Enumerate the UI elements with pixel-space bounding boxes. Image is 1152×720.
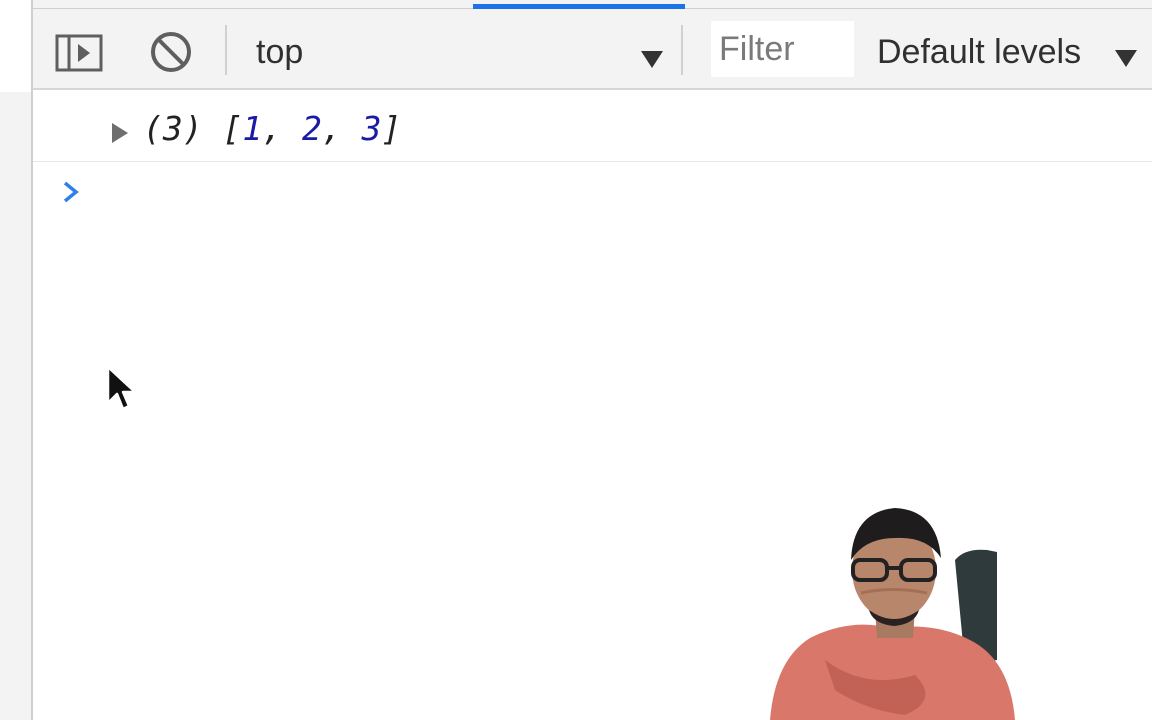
- show-sidebar-button[interactable]: [53, 29, 105, 77]
- log-levels-selector[interactable]: Default levels: [877, 23, 1152, 81]
- expand-arrow-icon[interactable]: [112, 123, 128, 143]
- webcam-overlay: [770, 508, 1015, 720]
- console-log-entry[interactable]: (3) [1, 2, 3]: [33, 92, 1152, 162]
- dropdown-arrow-icon: [641, 51, 663, 68]
- context-label: top: [256, 32, 304, 71]
- array-value: 3: [361, 109, 382, 148]
- array-preview[interactable]: (3) [1, 2, 3]: [143, 109, 401, 148]
- left-pane-top: [0, 0, 32, 92]
- toolbar-divider: [225, 25, 227, 75]
- context-selector[interactable]: top: [238, 23, 663, 81]
- array-length: (3): [143, 109, 203, 148]
- left-pane: [0, 92, 32, 720]
- separator: ,: [321, 109, 362, 148]
- array-value: 1: [242, 109, 263, 148]
- clear-console-icon: [151, 32, 191, 72]
- log-levels-label: Default levels: [877, 32, 1082, 71]
- prompt-chevron-icon: [63, 181, 79, 203]
- clear-console-button[interactable]: [146, 27, 196, 77]
- filter-input[interactable]: [711, 21, 854, 77]
- console-prompt[interactable]: [33, 163, 1152, 223]
- console-toolbar: top Default levels: [33, 9, 1152, 90]
- mouse-cursor-icon: [106, 365, 137, 411]
- dropdown-arrow-icon: [1115, 50, 1137, 67]
- close-bracket: ]: [381, 109, 402, 148]
- array-value: 2: [301, 109, 322, 148]
- open-bracket: [: [222, 109, 243, 148]
- toolbar-divider: [681, 25, 683, 75]
- sidebar-toggle-icon: [55, 34, 103, 72]
- separator: ,: [262, 109, 302, 148]
